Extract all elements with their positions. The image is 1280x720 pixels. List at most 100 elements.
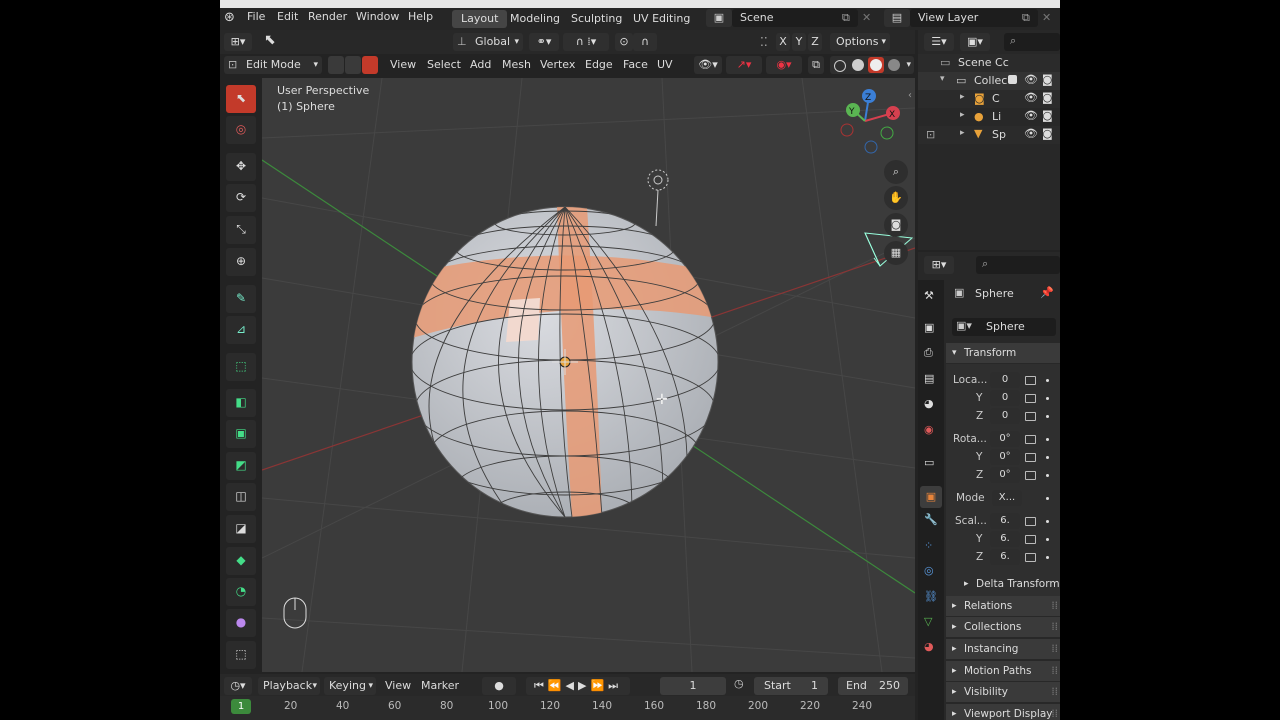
location-z-field[interactable]: 0	[990, 408, 1020, 424]
exclude-checkbox[interactable]	[1008, 75, 1017, 84]
face-select-button[interactable]	[362, 56, 378, 74]
menu-select[interactable]: Select	[427, 58, 461, 71]
view-layer-icon[interactable]: ▤	[884, 9, 910, 27]
output-tab-icon[interactable]: ⎙	[924, 346, 933, 360]
menu-window[interactable]: Window	[356, 10, 399, 23]
xray-toggle[interactable]: ⧉	[808, 56, 824, 74]
lock-icon[interactable]	[1025, 376, 1036, 385]
menu-face[interactable]: Face	[623, 58, 648, 71]
start-frame-field[interactable]: Start 1	[754, 677, 828, 695]
mirror-z-toggle[interactable]: Z	[808, 33, 822, 51]
playhead-indicator[interactable]: 1	[231, 699, 251, 714]
scene-tab-icon[interactable]: ◕	[924, 397, 934, 410]
scale-z-field[interactable]: 6.	[990, 549, 1020, 565]
navigation-gizmo[interactable]: Z X Y	[835, 86, 905, 156]
keyframe-dot[interactable]	[1046, 538, 1049, 541]
orientation-dropdown[interactable]: ⊥ Global ▾	[453, 33, 523, 51]
collections-panel-header[interactable]: ▸ Collections ⁞⁞	[946, 617, 1060, 637]
camera-view-icon[interactable]: ◙	[884, 213, 908, 237]
move-tool[interactable]: ✥	[226, 153, 256, 181]
measure-tool[interactable]: ⊿	[226, 316, 256, 344]
loop-cut-tool[interactable]: ◫	[226, 483, 256, 511]
data-tab-icon[interactable]: ▽	[924, 615, 932, 628]
drag-handle-icon[interactable]: ⁞⁞	[1051, 617, 1058, 637]
menu-uv[interactable]: UV	[657, 58, 673, 71]
properties-editor-type-icon[interactable]: ⊞▾	[924, 256, 954, 274]
scene-field[interactable]: Scene	[732, 9, 858, 27]
pan-hand-icon[interactable]: ✋	[884, 186, 908, 210]
menu-vertex[interactable]: Vertex	[540, 58, 575, 71]
camera-icon[interactable]: ◙	[1042, 127, 1053, 140]
menu-help[interactable]: Help	[408, 10, 433, 23]
tab-uv-editing[interactable]: UV Editing	[624, 10, 699, 28]
editor-type-icon[interactable]: ⊞▾	[224, 33, 252, 51]
lock-icon[interactable]	[1025, 471, 1036, 480]
current-frame-field[interactable]: 1	[660, 677, 726, 695]
keyframe-dot[interactable]	[1046, 438, 1049, 441]
shear-tool[interactable]: ⬚	[226, 641, 256, 669]
keyframe-dot[interactable]	[1046, 397, 1049, 400]
viewport-display-panel-header[interactable]: ▸ Viewport Display ⁞⁞	[946, 704, 1060, 720]
rendered-shading-icon[interactable]	[888, 59, 900, 71]
eye-icon[interactable]: 👁	[1024, 109, 1038, 122]
perspective-toggle-icon[interactable]: ▦	[884, 241, 908, 265]
overlays-toggle[interactable]: ◉▾	[766, 56, 802, 74]
select-tool-icon[interactable]: ⬉	[264, 32, 276, 48]
zoom-icon[interactable]: ⌕	[884, 160, 908, 184]
bevel-tool[interactable]: ◩	[226, 452, 256, 480]
smooth-tool[interactable]: ●	[226, 609, 256, 637]
lock-icon[interactable]	[1025, 453, 1036, 462]
camera-icon[interactable]: ◙	[1042, 109, 1053, 122]
poly-build-tool[interactable]: ◆	[226, 547, 256, 575]
transform-panel-header[interactable]: ▾ Transform	[946, 343, 1060, 363]
modifier-tab-icon[interactable]: 🔧	[924, 513, 938, 526]
drag-handle-icon[interactable]: ⁞⁞	[1051, 704, 1058, 720]
menu-render[interactable]: Render	[308, 10, 347, 23]
vertex-select-button[interactable]	[328, 56, 344, 74]
expand-arrow-icon[interactable]: ▾	[940, 74, 945, 84]
outliner-row-light[interactable]: ▸ ● Li 👁 ◙	[918, 108, 1060, 126]
outliner-search-input[interactable]: ⌕	[1004, 33, 1060, 51]
location-x-field[interactable]: 0	[990, 372, 1020, 388]
menu-file[interactable]: File	[247, 10, 265, 23]
outliner-row-camera[interactable]: ▸ ◙ C 👁 ◙	[918, 90, 1060, 108]
menu-view[interactable]: View	[390, 58, 416, 71]
sidebar-toggle-icon[interactable]: ‹	[908, 90, 912, 101]
drag-handle-icon[interactable]: ⁞⁞	[1051, 596, 1058, 616]
timeline-menu-view[interactable]: View	[385, 679, 411, 692]
lock-icon[interactable]	[1025, 517, 1036, 526]
wireframe-shading-icon[interactable]	[834, 60, 846, 72]
playback-controls[interactable]: ⏮⏪◀▶⏩⏭	[526, 677, 630, 695]
tab-layout[interactable]: Layout	[452, 10, 508, 28]
edge-select-button[interactable]	[345, 56, 361, 74]
keyframe-dot[interactable]	[1046, 456, 1049, 459]
drag-handle-icon[interactable]: ⁞⁞	[1051, 639, 1058, 659]
solid-shading-icon[interactable]	[852, 59, 864, 71]
menu-mesh[interactable]: Mesh	[502, 58, 531, 71]
delta-transform-header[interactable]: ▸ Delta Transform	[960, 574, 1060, 594]
keyframe-dot[interactable]	[1046, 520, 1049, 523]
mode-dropdown[interactable]: ⊡ Edit Mode ▾	[224, 56, 322, 74]
knife-tool[interactable]: ◪	[226, 515, 256, 543]
relations-panel-header[interactable]: ▸ Relations ⁞⁞	[946, 596, 1060, 616]
expand-arrow-icon[interactable]: ▸	[960, 128, 965, 138]
camera-icon[interactable]: ◙	[1042, 73, 1053, 86]
extrude-tool[interactable]: ◧	[226, 389, 256, 417]
snapping-toggle[interactable]: ∩ ⁞▾	[563, 33, 609, 51]
collection-tab-icon[interactable]: ▭	[924, 456, 934, 469]
mirror-x-toggle[interactable]: X	[776, 33, 790, 51]
pin-icon[interactable]: 📌	[1040, 286, 1054, 299]
scene-selector-icon[interactable]: ▣	[706, 9, 732, 27]
physics-tab-icon[interactable]: ◎	[924, 564, 934, 577]
outliner-row-scene-collection[interactable]: ▭ Scene Cc	[918, 54, 1060, 72]
instancing-panel-header[interactable]: ▸ Instancing ⁞⁞	[946, 639, 1060, 659]
outliner-editor-type-icon[interactable]: ☰▾	[924, 33, 954, 51]
view-layer-tab-icon[interactable]: ▤	[924, 372, 934, 385]
display-mode-icon[interactable]: ▣▾	[960, 33, 990, 51]
keyframe-dot[interactable]	[1046, 415, 1049, 418]
lock-icon[interactable]	[1025, 553, 1036, 562]
add-cube-tool[interactable]: ⬚	[226, 353, 256, 381]
constraints-tab-icon[interactable]: ⛓	[924, 590, 938, 603]
view-layer-field[interactable]: View Layer	[910, 9, 1038, 27]
outliner-row-sphere[interactable]: ⊡ ▸ ▼ Sp 👁 ◙	[918, 126, 1060, 144]
